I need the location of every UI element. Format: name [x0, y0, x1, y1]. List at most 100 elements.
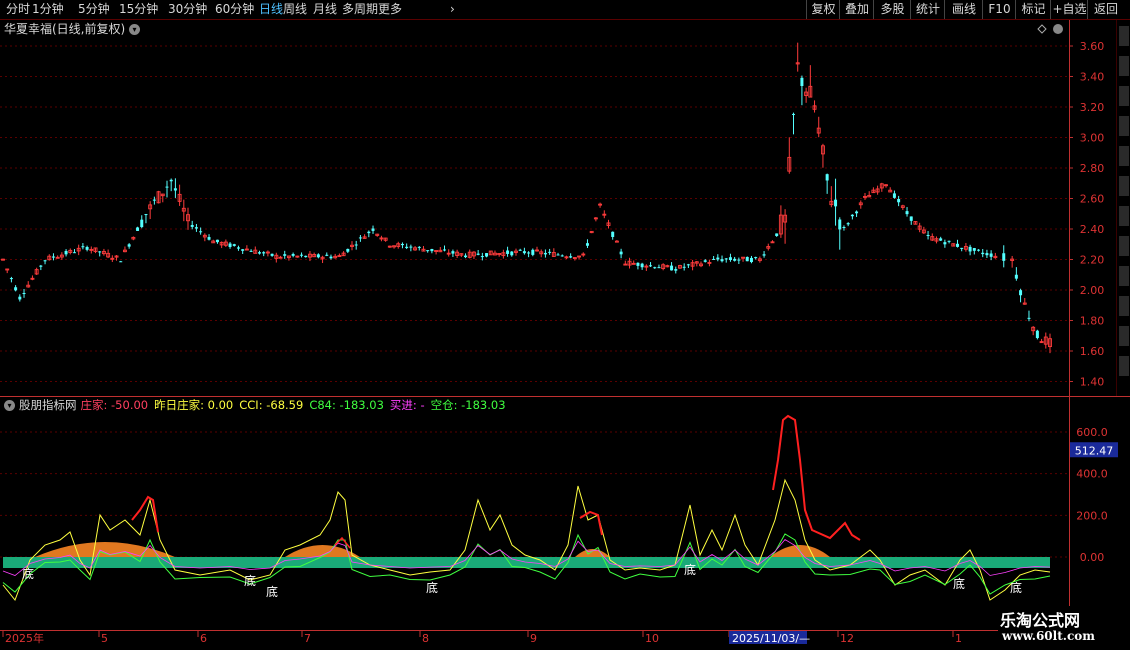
candle-body: [464, 255, 468, 258]
candle-body: [190, 224, 194, 227]
candle-body: [417, 246, 421, 248]
time-axis-label: 7: [304, 632, 311, 645]
indicator-dropdown-icon[interactable]: ▾: [4, 400, 15, 411]
candle-body: [640, 263, 644, 268]
indicator-field-label-1: 昨日庄家:: [154, 398, 208, 412]
price-axis-label: 1.60: [1080, 345, 1105, 358]
candle-body: [981, 252, 985, 255]
bottom-marker: 底: [266, 584, 278, 599]
candle-body: [291, 253, 295, 256]
indicator-field-label-0: 庄家:: [80, 398, 112, 412]
candle-body: [81, 246, 85, 248]
indicator-field-value-4: -: [420, 398, 425, 412]
candle-body: [451, 251, 455, 254]
candle-body: [400, 243, 404, 246]
right-panel-cell: [1119, 326, 1129, 346]
right-panel-cell: [1119, 116, 1129, 136]
candle-body: [241, 249, 245, 251]
candle-body: [556, 254, 560, 256]
candle-body: [1002, 253, 1006, 261]
candle-body: [892, 193, 896, 198]
indicator-field-value-5: -183.03: [461, 398, 506, 412]
price-axis-label: 2.40: [1080, 223, 1105, 236]
candle-body: [329, 256, 333, 259]
candle-body: [173, 188, 177, 191]
candle-body: [585, 243, 589, 246]
candle-body: [972, 248, 976, 251]
candle-body: [262, 252, 266, 254]
indicator-field-label-3: C84:: [309, 398, 340, 412]
candle-body: [527, 252, 531, 254]
candle-body: [720, 259, 724, 262]
candle-body: [989, 253, 993, 257]
time-axis-label: 12: [840, 632, 854, 645]
bottom-marker: 底: [953, 576, 965, 591]
candle-body: [682, 266, 686, 268]
candle-body: [367, 231, 371, 234]
candle-body: [346, 248, 350, 252]
candle-body: [943, 242, 947, 245]
right-panel-cell: [1119, 266, 1129, 286]
candle-body: [194, 227, 198, 229]
bottom-marker: 底: [426, 580, 438, 595]
candle-body: [649, 265, 653, 267]
candle-body: [834, 199, 838, 207]
indicator-axis-label: 0.00: [1080, 551, 1105, 564]
candle-body: [1027, 317, 1031, 319]
watermark-line2: www.60lt.com: [1002, 629, 1095, 643]
candle-body: [724, 258, 728, 260]
candle-body: [144, 214, 148, 216]
right-panel-cell: [1119, 86, 1129, 106]
candle-body: [283, 254, 287, 256]
candle-body: [800, 77, 804, 86]
candle-body: [703, 260, 707, 262]
price-axis-label: 3.40: [1080, 71, 1105, 84]
candle-body: [855, 211, 859, 214]
right-panel-cell: [1119, 206, 1129, 226]
candle-body: [1035, 330, 1039, 339]
candle-body: [72, 252, 76, 254]
candle-body: [909, 216, 913, 221]
diamond-icon: [1037, 24, 1047, 34]
watermark-line1: 乐淘公式网: [1000, 611, 1081, 630]
candle-body: [358, 237, 362, 239]
candle-body: [712, 258, 716, 260]
indicator-field-value-3: -183.03: [339, 398, 384, 412]
candle-body: [1019, 290, 1023, 296]
time-axis-label: 2025年: [5, 631, 44, 645]
candle-body: [316, 254, 320, 258]
candle-body: [522, 251, 526, 254]
candle-body: [85, 247, 89, 250]
candle-body: [480, 256, 484, 258]
candle-body: [325, 254, 329, 256]
candle-body: [653, 267, 657, 269]
indicator-hill: [575, 549, 610, 557]
candle-body: [825, 174, 829, 181]
indicator-axis-label: 600.0: [1076, 426, 1108, 439]
right-panel-cell: [1119, 356, 1129, 376]
candle-body: [165, 186, 169, 188]
candle-body: [485, 253, 489, 257]
candle-body: [745, 256, 749, 262]
candle-body: [686, 264, 690, 266]
time-axis-label: 10: [645, 632, 659, 645]
candle-body: [838, 219, 842, 230]
candle-body: [775, 233, 779, 236]
candle-body: [754, 257, 758, 259]
candle-body: [985, 253, 989, 256]
candle-body: [22, 292, 26, 294]
price-axis-label: 3.60: [1080, 40, 1105, 53]
candle-body: [674, 269, 678, 271]
chart-canvas[interactable]: 3.60 3.40 3.20 3.00 2.80 2.60 2.40 2.20 2.00 1.80…: [0, 0, 1130, 650]
candle-body: [733, 258, 737, 261]
candle-body: [257, 252, 261, 254]
candle-body: [657, 267, 661, 269]
candle-body: [199, 231, 203, 233]
zhuang-line: [334, 536, 351, 549]
candle-body: [749, 257, 753, 263]
candle-body: [1014, 274, 1018, 279]
indicator-field-value-2: -68.59: [266, 398, 304, 412]
candle-body: [506, 250, 510, 254]
candle-body: [228, 243, 232, 247]
price-axis-label: 3.20: [1080, 101, 1105, 114]
